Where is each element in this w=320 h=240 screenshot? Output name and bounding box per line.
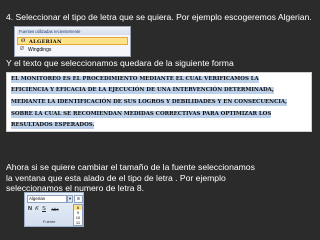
sample-text-line: SOBRE LA CUAL SE RECOMIENDAN MEDIDAS COR… [11,111,272,118]
font-option-label: ALGERIAN [29,39,62,45]
italic-button[interactable]: K [34,206,40,213]
strikethrough-button[interactable]: abc [49,206,61,213]
recent-fonts-header: Fuentes utilizadas recientemente [17,28,130,35]
font-size-option[interactable]: 11 [74,220,82,225]
ribbon-group-label: Fuente [43,219,56,224]
font-option-algerian[interactable]: Ø ALGERIAN [17,37,128,45]
bold-button[interactable]: N [27,206,33,213]
step-caption: 4. Seleccionar el tipo de letra que se q… [6,12,312,22]
underline-button[interactable]: S [41,206,47,213]
chevron-down-icon[interactable]: ▼ [67,195,73,203]
font-dropdown-panel: Fuentes utilizadas recientemente Ø ALGERI… [14,26,131,57]
font-o-icon: Ø [21,38,26,44]
size-caption: Ahora si se quiere cambiar el tamaño de … [6,162,255,193]
sample-text-line: RESULTADOS ESPERADOS. [11,122,95,129]
sample-text-line: EFICIENCIA Y EFICACIA DE LA EJECUCIÓN DE… [11,87,274,94]
font-size-list: 8 9 10 11 [73,204,83,226]
sample-text-line: MEDIANTE LA IDENTIFICACIÓN DE SUS LOGROS… [11,99,287,106]
font-size-combo[interactable]: 8 [74,195,83,203]
font-option-label: Wingdings [28,47,52,53]
sample-document: EL MONITOREO ES EL PROCEDIMIENTO MEDIANT… [6,72,312,132]
sample-text-line: EL MONITOREO ES EL PROCEDIMIENTO MEDIANT… [11,76,259,83]
result-caption: Y el texto que seleccionamos quedara de … [6,58,234,68]
font-ribbon-group: Algerian ▼ 8 N K S abc 8 9 10 11 Fuente [24,192,84,227]
font-option-wingdings[interactable]: Ø Wingdings [17,46,128,54]
font-o-icon: Ø [20,46,24,53]
font-name-combo[interactable]: Algerian [27,195,67,203]
